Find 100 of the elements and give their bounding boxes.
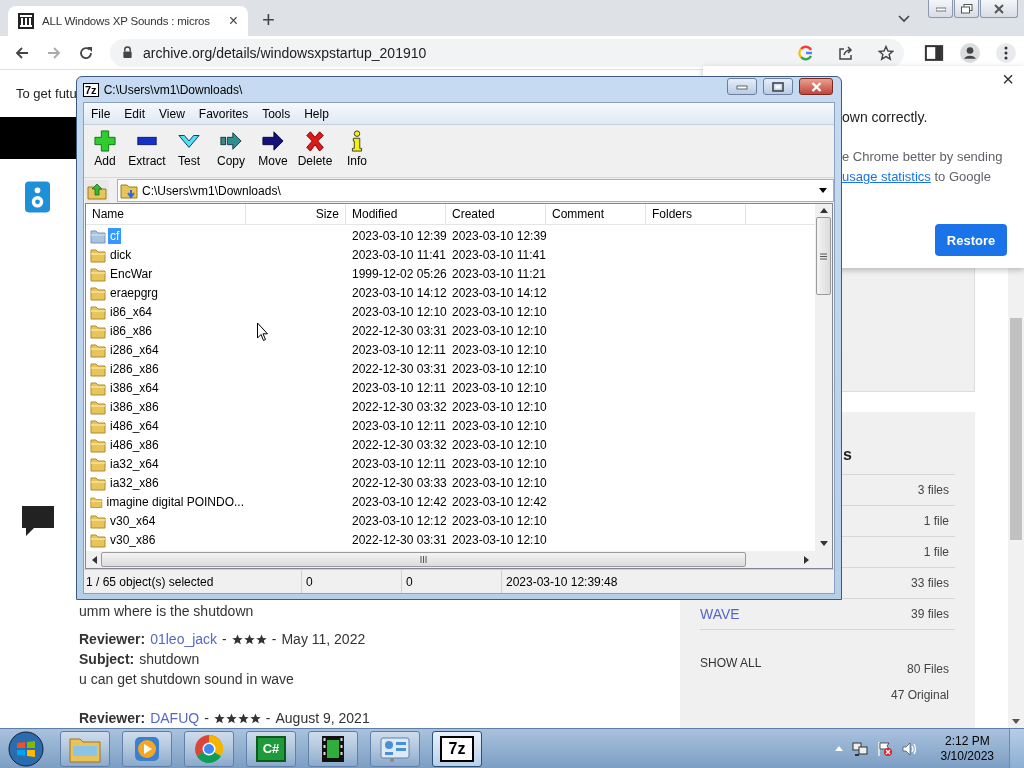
toolbar-button[interactable]: Extract (126, 128, 168, 174)
column-header[interactable]: Size (246, 204, 346, 224)
folder-icon (90, 265, 106, 282)
menu-item[interactable]: Help (304, 106, 329, 121)
browser-tab[interactable]: ALL Windows XP Sounds : micros × (8, 6, 248, 36)
chevron-down-icon[interactable] (898, 15, 910, 23)
reload-icon[interactable] (78, 44, 94, 61)
close-button[interactable] (980, 0, 1018, 18)
column-header[interactable]: Modified (346, 204, 446, 224)
created-cell-text: 2023-03-10 12:42 (451, 494, 546, 509)
toolbar-button[interactable]: Move (252, 128, 294, 174)
menu-item[interactable]: Tools (262, 106, 291, 121)
reviewer-link[interactable]: DAFUQ (150, 708, 200, 728)
lock-icon (122, 46, 133, 59)
speaker-icon[interactable] (25, 181, 50, 213)
toolbar-button[interactable]: Add (84, 128, 126, 174)
created-cell-text: 2023-03-10 12:10 (451, 361, 546, 376)
tab-close-button[interactable]: × (228, 12, 238, 30)
close-button[interactable] (799, 78, 833, 95)
scrollbar-thumb[interactable] (1010, 318, 1022, 540)
created-cell-text: 2023-03-10 12:10 (451, 380, 546, 395)
modified-cell-text: 2023-03-10 12:10 (351, 304, 446, 319)
menu-item[interactable]: Favorites (198, 106, 249, 121)
menu-icon[interactable] (996, 42, 1016, 63)
column-header[interactable]: Comment (546, 204, 646, 224)
network-icon[interactable] (851, 740, 868, 757)
toolbar-button[interactable]: Delete (294, 128, 336, 174)
clock-time[interactable]: 2:12 PM (944, 733, 990, 749)
taskbar-button[interactable]: 7z (432, 730, 482, 767)
popup-close-button[interactable]: × (1002, 68, 1014, 91)
horizontal-scrollbar[interactable] (86, 551, 815, 568)
profile-icon[interactable] (960, 42, 980, 63)
new-tab-button[interactable]: + (262, 8, 275, 32)
clock-date[interactable]: 3/10/2023 (940, 748, 994, 764)
back-icon[interactable] (14, 44, 30, 61)
toolbar-button[interactable]: Test (168, 128, 210, 174)
chat-icon[interactable] (20, 504, 56, 538)
file-name-cell[interactable]: i386_x86 (108, 398, 161, 415)
created-cell-text: 2023-03-10 11:21 (451, 266, 546, 281)
file-name-cell[interactable]: ia32_x64 (108, 455, 161, 472)
scrollbar-thumb[interactable] (101, 552, 746, 567)
restore-button[interactable] (954, 0, 979, 18)
column-header[interactable]: Folders (646, 204, 746, 224)
taskbar-button[interactable] (308, 730, 358, 767)
status-field: 0 (402, 570, 502, 593)
vertical-scrollbar[interactable] (815, 204, 832, 568)
file-name-cell[interactable]: i486_x86 (108, 436, 161, 453)
folder-icon (90, 512, 106, 529)
taskbar-button[interactable]: C# (246, 730, 296, 767)
status-field: 2023-03-10 12:39:48 (502, 570, 834, 593)
dropdown-icon[interactable] (819, 188, 827, 193)
file-name-cell[interactable]: eraepgrg (108, 284, 161, 301)
file-name-cell[interactable]: imagine digital POINDO... (104, 493, 246, 510)
toolbar-button[interactable]: Copy (210, 128, 252, 174)
menu-item[interactable]: File (91, 106, 111, 121)
modified-cell-text: 2023-03-10 12:11 (351, 418, 446, 433)
flag-warning-icon[interactable] (876, 740, 893, 757)
file-count: 33 files (910, 576, 949, 590)
usage-statistics-link[interactable]: usage statistics (842, 169, 931, 184)
column-header[interactable]: Name (86, 204, 246, 224)
star-icon[interactable] (878, 44, 894, 61)
colored-ring-icon[interactable] (798, 44, 814, 61)
column-header[interactable]: Created (446, 204, 546, 224)
reviewer-link[interactable]: 01leo_jack (150, 629, 218, 649)
volume-icon[interactable] (901, 740, 918, 757)
address-bar[interactable]: archive.org/details/windowsxpstartup_201910 (110, 38, 904, 67)
show-all-link[interactable]: SHOW ALL (700, 656, 762, 702)
menu-item[interactable]: View (159, 106, 185, 121)
popup-text: usage statistics to Google (842, 170, 992, 184)
file-name-cell[interactable]: i286_x86 (108, 360, 161, 377)
side-panel-icon[interactable] (924, 42, 944, 63)
format-link[interactable]: WAVE (700, 606, 740, 622)
minimize-button[interactable] (727, 78, 757, 95)
menu-item[interactable]: Edit (124, 106, 146, 121)
folder-icon (90, 379, 106, 396)
path-combobox[interactable]: C:\Users\vm1\Downloads\ (117, 179, 834, 202)
file-name-cell[interactable]: i286_x64 (108, 341, 161, 358)
up-folder-button[interactable] (85, 179, 109, 202)
file-name-cell[interactable]: v30_x86 (108, 531, 158, 548)
created-cell-text: 2023-03-10 12:10 (451, 532, 546, 547)
file-name-cell[interactable]: dick (108, 246, 134, 263)
maximize-icon (772, 81, 784, 92)
restore-button[interactable]: Restore (935, 224, 1007, 256)
start-button[interactable] (8, 730, 44, 767)
file-name-cell[interactable]: i86_x64 (108, 303, 155, 320)
file-name-cell[interactable]: i486_x64 (108, 417, 161, 434)
share-icon[interactable] (838, 44, 854, 61)
file-name-cell[interactable]: i386_x64 (108, 379, 161, 396)
folder-icon (90, 227, 106, 244)
file-name-cell[interactable]: ia32_x86 (108, 474, 161, 491)
delete-icon (304, 130, 326, 152)
toolbar-button[interactable]: Info (336, 128, 378, 174)
file-name-cell[interactable]: EncWar (108, 265, 155, 282)
scroll-down-icon[interactable] (1012, 719, 1020, 724)
scrollbar-thumb[interactable] (816, 217, 831, 295)
folder-icon (90, 246, 106, 263)
file-name-cell[interactable]: i86_x86 (108, 322, 155, 339)
file-name-cell[interactable]: v30_x64 (108, 512, 158, 529)
separator-text: - (271, 630, 277, 649)
maximize-button[interactable] (763, 78, 793, 95)
